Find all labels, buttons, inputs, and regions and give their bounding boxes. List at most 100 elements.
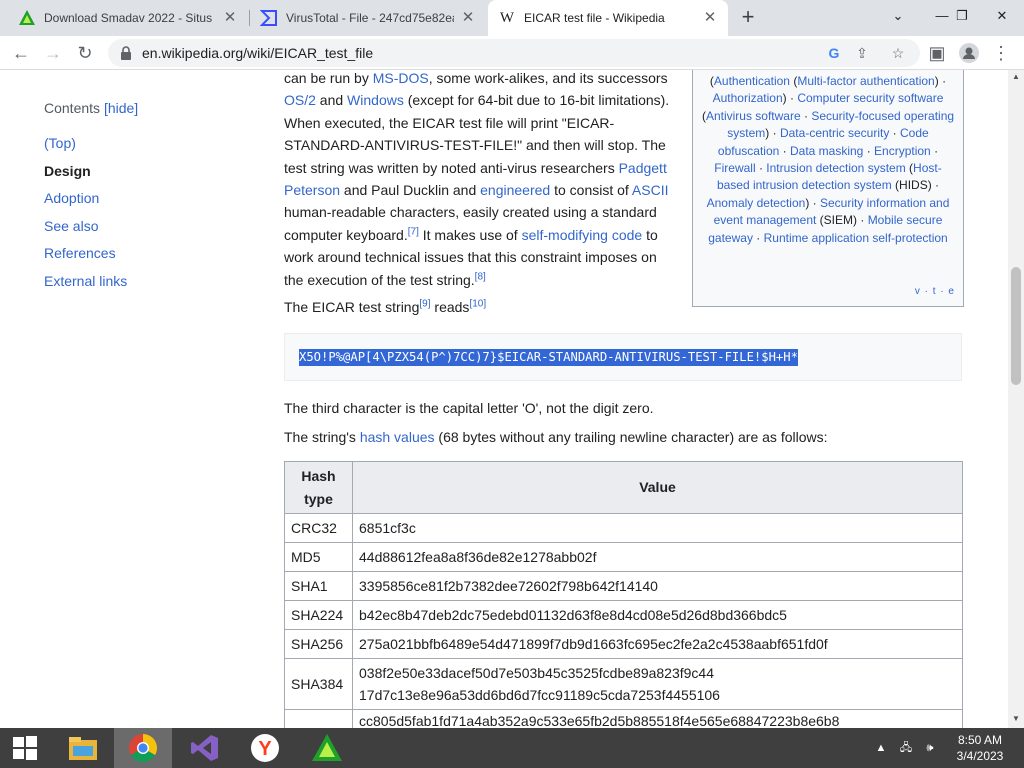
side-panel-icon[interactable]: ▣ bbox=[924, 40, 950, 66]
toc-item-references[interactable]: References bbox=[44, 240, 244, 268]
text: It makes use of bbox=[418, 226, 522, 243]
link-os2[interactable]: OS/2 bbox=[284, 92, 316, 108]
hash-value-cell: 038f2e50e33dacef50d7e503b45c3525fcdbe89a… bbox=[352, 658, 963, 710]
navbox-vte-links[interactable]: v · t · e bbox=[915, 283, 955, 300]
tab-title: Download Smadav 2022 - Situs R bbox=[44, 11, 216, 25]
toc-item-top[interactable]: (Top) bbox=[44, 130, 244, 158]
show-hidden-icons-icon[interactable]: ▲ bbox=[872, 728, 890, 768]
hash-value-cell: 6851cf3c bbox=[352, 513, 963, 543]
file-explorer-icon[interactable] bbox=[54, 728, 112, 768]
citation-8[interactable]: [8] bbox=[475, 271, 486, 282]
table-row: SHA1 3395856ce81f2b7382dee72602f798b642f… bbox=[284, 571, 963, 601]
table-row: CRC32 6851cf3c bbox=[284, 513, 963, 543]
tab-smadav[interactable]: Download Smadav 2022 - Situs R ✕ bbox=[8, 0, 248, 36]
toc-heading: Contents bbox=[44, 100, 101, 116]
scrollbar-thumb[interactable] bbox=[1011, 267, 1021, 385]
tab-search-icon[interactable]: ⌄ bbox=[880, 0, 916, 36]
system-clock[interactable]: 8:50 AM 3/4/2023 bbox=[942, 732, 1018, 764]
toc-item-see-also[interactable]: See also bbox=[44, 213, 244, 241]
address-bar[interactable]: en.wikipedia.org/wiki/EICAR_test_file G … bbox=[108, 39, 920, 67]
toc-item-adoption[interactable]: Adoption bbox=[44, 185, 244, 213]
clock-date: 3/4/2023 bbox=[956, 749, 1004, 763]
link-ascii[interactable]: ASCII bbox=[632, 182, 669, 198]
eicar-test-string[interactable]: X5O!P%@AP[4\PZX54(P^)7CC)7}$EICAR-STANDA… bbox=[299, 349, 798, 366]
reload-icon[interactable]: ↻ bbox=[72, 40, 98, 66]
hash-value-cell: b42ec8b47deb2dc75edebd01132d63f8e8d4cd08… bbox=[352, 600, 963, 630]
volume-icon[interactable]: 🕪 bbox=[920, 728, 940, 768]
text: reads bbox=[430, 299, 470, 315]
restore-icon[interactable]: ❐ bbox=[944, 0, 980, 36]
smadav-icon bbox=[18, 9, 36, 27]
link-engineered[interactable]: engineered bbox=[480, 182, 550, 198]
new-tab-button[interactable]: + bbox=[736, 6, 760, 30]
table-row: SHA256 275a021bbfb6489e54d471899f7db9d16… bbox=[284, 629, 963, 659]
google-icon[interactable]: G bbox=[824, 43, 844, 63]
navbox-link[interactable]: Firewall bbox=[714, 161, 755, 175]
link-self-modifying-code[interactable]: self-modifying code bbox=[522, 227, 643, 243]
test-string-intro: The EICAR test string[9] reads[10] bbox=[284, 296, 684, 318]
text: to consist of bbox=[550, 182, 632, 199]
link-windows[interactable]: Windows bbox=[347, 92, 404, 108]
navbox-link[interactable]: Authentication bbox=[714, 74, 790, 88]
toc-hide-link[interactable]: [hide] bbox=[104, 100, 138, 116]
text: , some work-alikes, and its successors bbox=[428, 70, 668, 86]
hash-table: Hash type Value CRC32 6851cf3c MD5 44d88… bbox=[284, 461, 963, 728]
tab-virustotal[interactable]: VirusTotal - File - 247cd75e82eaf ✕ bbox=[250, 0, 486, 36]
toc-item-external-links[interactable]: External links bbox=[44, 268, 244, 296]
hash-value-line: 038f2e50e33dacef50d7e503b45c3525fcdbe89a… bbox=[359, 664, 715, 681]
navbox-link[interactable]: Data-centric security bbox=[780, 126, 889, 140]
column-header-hash-type: Hash type bbox=[284, 461, 353, 514]
text: (68 bytes without any trailing newline c… bbox=[434, 429, 828, 445]
navbox-link[interactable]: Encryption bbox=[874, 144, 931, 158]
yandex-icon[interactable]: Y bbox=[236, 728, 294, 768]
hash-type-cell: MD5 bbox=[284, 542, 353, 572]
visual-studio-icon[interactable] bbox=[176, 728, 234, 768]
navbox-link[interactable]: Authorization bbox=[713, 91, 783, 105]
forward-icon[interactable]: → bbox=[40, 40, 66, 66]
toc-item-design[interactable]: Design bbox=[44, 158, 244, 186]
window-close-icon[interactable]: ✕ bbox=[984, 0, 1020, 36]
scroll-down-icon[interactable]: ▼ bbox=[1008, 712, 1024, 726]
citation-10[interactable]: [10] bbox=[469, 298, 486, 309]
hash-type-cell: SHA1 bbox=[284, 571, 353, 601]
close-icon[interactable]: ✕ bbox=[702, 10, 718, 26]
navbox-link[interactable]: Anomaly detection bbox=[707, 196, 806, 210]
navbox-link[interactable]: Runtime application self-protection bbox=[764, 231, 948, 245]
scroll-up-icon[interactable]: ▲ bbox=[1008, 70, 1024, 84]
lock-icon bbox=[121, 46, 131, 60]
citation-9[interactable]: [9] bbox=[419, 298, 430, 309]
bookmark-star-icon[interactable]: ☆ bbox=[888, 43, 908, 63]
smadav-icon[interactable] bbox=[298, 728, 356, 768]
hash-type-cell: SHA224 bbox=[284, 600, 353, 630]
third-character-note: The third character is the capital lette… bbox=[284, 400, 654, 416]
close-icon[interactable]: ✕ bbox=[460, 10, 476, 26]
navbox-link[interactable]: Computer security software bbox=[797, 91, 943, 105]
close-icon[interactable]: ✕ bbox=[222, 10, 238, 26]
navbox-link[interactable]: Antivirus software bbox=[706, 109, 801, 123]
wikipedia-icon: W bbox=[499, 9, 515, 26]
svg-text:Y: Y bbox=[258, 738, 272, 760]
link-hash-values[interactable]: hash values bbox=[360, 429, 435, 445]
tab-strip: Download Smadav 2022 - Situs R ✕ VirusTo… bbox=[0, 0, 1024, 36]
hash-type-cell bbox=[284, 709, 353, 728]
chrome-icon[interactable] bbox=[114, 728, 172, 768]
code-block: X5O!P%@AP[4\PZX54(P^)7CC)7}$EICAR-STANDA… bbox=[284, 333, 962, 381]
link-ms-dos[interactable]: MS-DOS bbox=[373, 70, 429, 86]
share-icon[interactable]: ⇪ bbox=[852, 43, 872, 63]
navbox-link[interactable]: Data masking bbox=[790, 144, 863, 158]
menu-kebab-icon[interactable]: ⋮ bbox=[988, 40, 1014, 66]
back-icon[interactable]: ← bbox=[8, 40, 34, 66]
vertical-scrollbar[interactable]: ▲ ▼ bbox=[1008, 70, 1024, 728]
network-icon[interactable]: 🖧 bbox=[896, 728, 916, 768]
navbox-link[interactable]: Multi-factor authentication bbox=[797, 74, 934, 88]
hash-value-cell: 44d88612fea8a8f36de82e1278abb02f bbox=[352, 542, 963, 572]
text: and Paul Ducklin and bbox=[340, 182, 481, 199]
navbox-text: HIDS bbox=[899, 178, 928, 193]
url-text: en.wikipedia.org/wiki/EICAR_test_file bbox=[142, 45, 374, 61]
computer-security-navbox: (Authentication (Multi-factor authentica… bbox=[692, 70, 964, 307]
citation-7[interactable]: [7] bbox=[408, 226, 419, 237]
tab-wikipedia[interactable]: W EICAR test file - Wikipedia ✕ bbox=[488, 0, 728, 36]
navbox-link[interactable]: Intrusion detection system bbox=[766, 161, 905, 175]
profile-avatar-icon[interactable] bbox=[956, 40, 982, 66]
windows-start-icon[interactable] bbox=[0, 728, 50, 768]
